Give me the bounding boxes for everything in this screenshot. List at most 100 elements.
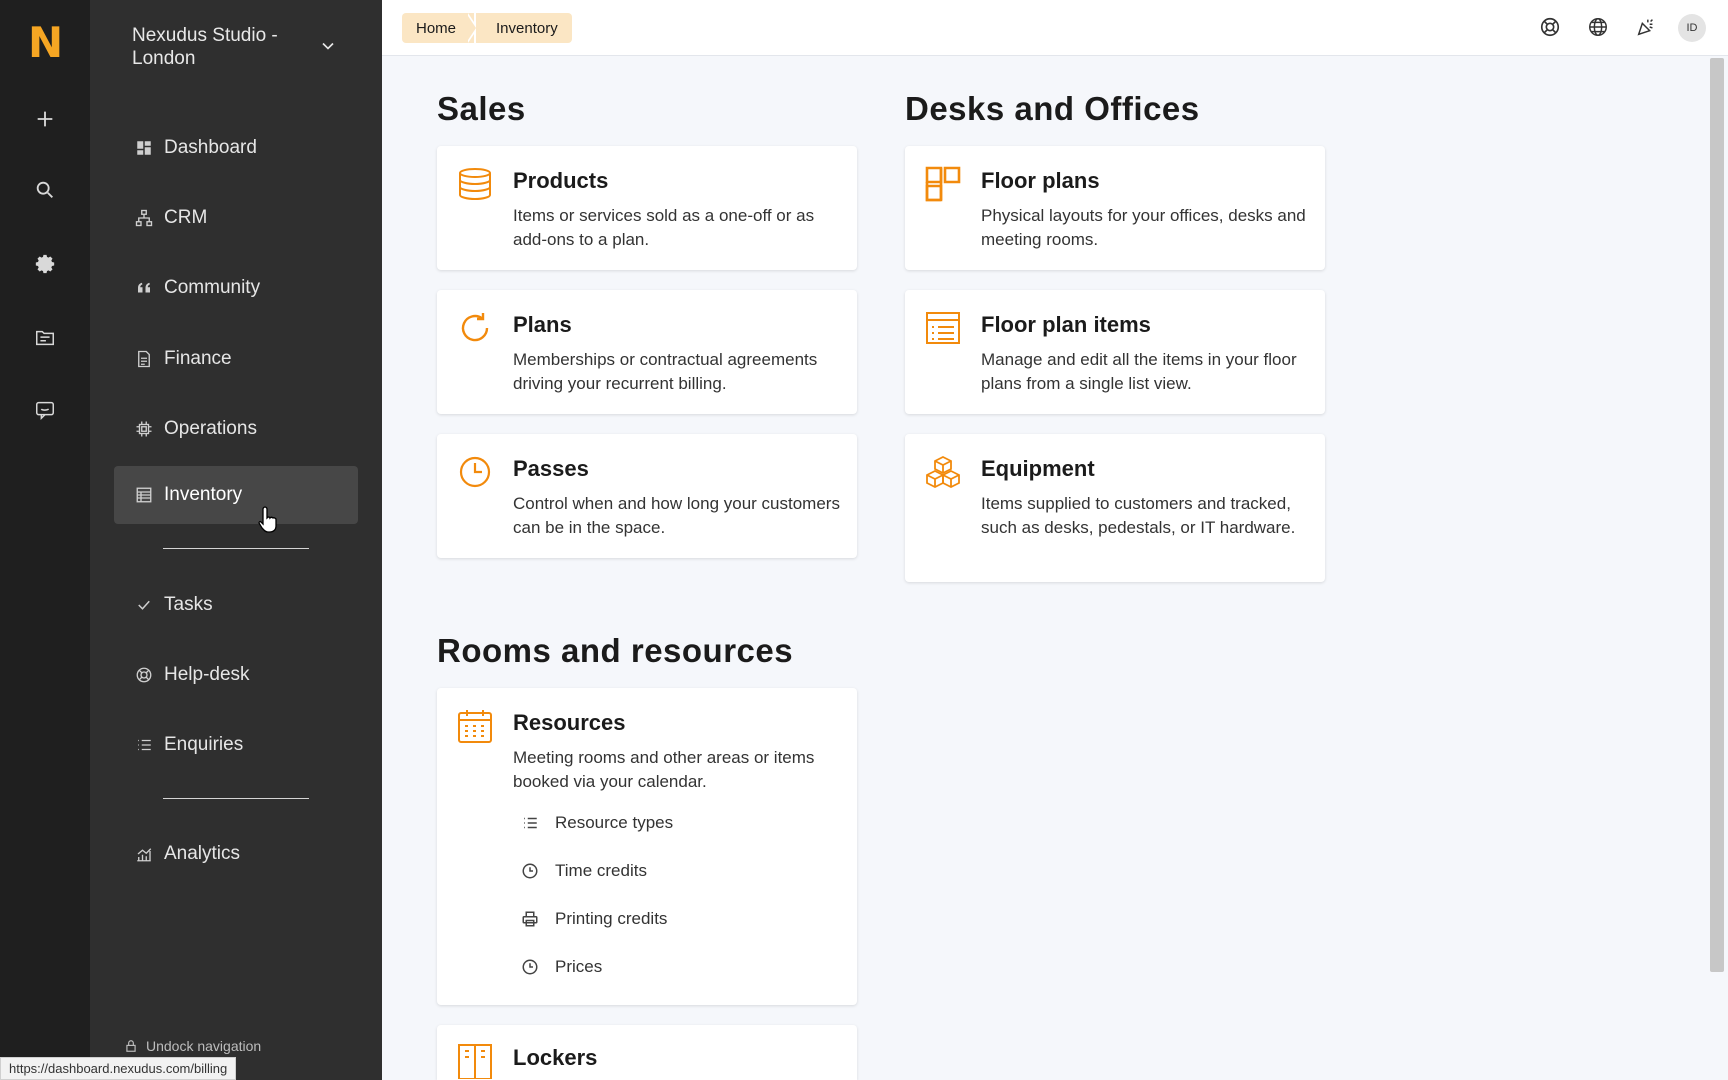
card-title: Floor plan items bbox=[981, 312, 1151, 337]
sidebar-item-label: Finance bbox=[164, 348, 232, 369]
card-title: Equipment bbox=[981, 456, 1095, 481]
breadcrumb-current[interactable]: Inventory bbox=[476, 13, 572, 43]
card-title: Lockers bbox=[513, 1045, 598, 1070]
floorplan-icon bbox=[925, 166, 961, 202]
sidebar-item-finance[interactable]: Finance bbox=[114, 330, 358, 388]
sidebar-item-analytics[interactable]: Analytics bbox=[114, 825, 358, 883]
sitemap-icon bbox=[134, 208, 154, 228]
scrollbar[interactable] bbox=[1710, 58, 1724, 972]
nav-divider bbox=[163, 548, 309, 549]
card-title: Products bbox=[513, 168, 609, 193]
sidebar-item-tasks[interactable]: Tasks bbox=[114, 576, 358, 634]
card-description: Meeting rooms and other areas or items b… bbox=[513, 748, 815, 791]
sidebar-item-label: Operations bbox=[164, 418, 257, 439]
card-products[interactable]: Products Items or services sold as a one… bbox=[437, 146, 857, 270]
hand-cursor-icon bbox=[258, 505, 280, 533]
link-time-credits[interactable]: Time credits bbox=[521, 859, 647, 883]
lifebuoy-icon bbox=[134, 665, 154, 685]
card-description: Memberships or contractual agreements dr… bbox=[513, 350, 818, 393]
chart-icon bbox=[134, 844, 154, 864]
clock-icon bbox=[521, 958, 539, 976]
link-prices[interactable]: Prices bbox=[521, 955, 602, 979]
card-description: Physical layouts for your offices, desks… bbox=[981, 206, 1306, 249]
nav-divider bbox=[163, 798, 309, 799]
sidebar-item-operations[interactable]: Operations bbox=[114, 400, 358, 458]
sidebar-item-enquiries[interactable]: Enquiries bbox=[114, 716, 358, 774]
icon-rail: N bbox=[0, 0, 90, 1080]
lock-icon bbox=[126, 1040, 136, 1052]
sidebar-item-label: Enquiries bbox=[164, 734, 244, 755]
chip-icon bbox=[134, 419, 154, 439]
topbar: Home Inventory ID bbox=[382, 0, 1728, 56]
card-plans[interactable]: Plans Memberships or contractual agreeme… bbox=[437, 290, 857, 414]
globe-icon[interactable] bbox=[1587, 16, 1611, 40]
sub-item-label: Resource types bbox=[555, 813, 674, 832]
card-resources[interactable]: Resources Meeting rooms and other areas … bbox=[437, 688, 857, 1005]
clock-icon bbox=[457, 454, 493, 490]
boxes-icon bbox=[925, 454, 961, 490]
printer-icon bbox=[521, 910, 539, 928]
sub-item-label: Time credits bbox=[555, 861, 647, 880]
chevron-down-icon[interactable] bbox=[318, 36, 338, 56]
breadcrumb-home[interactable]: Home bbox=[402, 13, 475, 43]
plus-icon[interactable] bbox=[25, 99, 65, 139]
sidebar-item-label: Dashboard bbox=[164, 137, 257, 158]
sidebar-item-label: Tasks bbox=[164, 594, 213, 615]
undock-navigation[interactable]: Undock navigation bbox=[124, 1038, 261, 1054]
sub-item-label: Printing credits bbox=[555, 909, 668, 928]
card-equipment[interactable]: Equipment Items supplied to customers an… bbox=[905, 434, 1325, 582]
card-title: Passes bbox=[513, 456, 589, 481]
nexudus-logo[interactable]: N bbox=[28, 22, 63, 64]
chat-icon[interactable] bbox=[25, 390, 65, 430]
section-title-rooms: Rooms and resources bbox=[437, 632, 794, 669]
sidebar-item-label: Community bbox=[164, 277, 261, 298]
org-name[interactable]: Nexudus Studio - London bbox=[132, 24, 332, 70]
table-icon bbox=[134, 485, 154, 505]
quote-icon bbox=[134, 278, 154, 298]
card-floor-plan-items[interactable]: Floor plan items Manage and edit all the… bbox=[905, 290, 1325, 414]
sidebar-item-label: Help-desk bbox=[164, 664, 250, 685]
sidebar-item-community[interactable]: Community bbox=[114, 259, 358, 317]
search-icon[interactable] bbox=[25, 170, 65, 210]
sidebar-item-label: Inventory bbox=[164, 484, 243, 505]
gear-icon[interactable] bbox=[25, 244, 65, 284]
sidebar-item-dashboard[interactable]: Dashboard bbox=[114, 119, 358, 177]
sidebar-item-help-desk[interactable]: Help-desk bbox=[114, 646, 358, 704]
calendar-icon bbox=[457, 708, 493, 744]
lifebuoy-icon[interactable] bbox=[1539, 16, 1563, 40]
card-floor-plans[interactable]: Floor plans Physical layouts for your of… bbox=[905, 146, 1325, 270]
check-icon bbox=[134, 595, 154, 615]
party-icon[interactable] bbox=[1635, 16, 1659, 40]
dashboard-icon bbox=[134, 138, 154, 158]
document-icon bbox=[134, 349, 154, 369]
section-title-sales: Sales bbox=[437, 90, 526, 127]
sub-item-label: Prices bbox=[555, 957, 603, 976]
list-icon bbox=[521, 814, 539, 832]
clock-icon bbox=[521, 862, 539, 880]
card-description: Items or services sold as a one-off or a… bbox=[513, 206, 815, 249]
refresh-icon bbox=[457, 310, 493, 346]
card-description: Manage and edit all the items in your fl… bbox=[981, 350, 1297, 393]
avatar[interactable]: ID bbox=[1678, 14, 1706, 42]
card-title: Plans bbox=[513, 312, 572, 337]
link-printing-credits[interactable]: Printing credits bbox=[521, 907, 667, 931]
link-resource-types[interactable]: Resource types bbox=[521, 811, 673, 835]
card-title: Resources bbox=[513, 710, 626, 735]
sidebar-item-inventory[interactable]: Inventory bbox=[114, 466, 358, 524]
database-icon bbox=[457, 166, 493, 202]
sidebar-item-label: Analytics bbox=[164, 843, 241, 864]
card-description: Control when and how long your customers… bbox=[513, 494, 840, 537]
list-icon bbox=[134, 735, 154, 755]
sidebar-item-crm[interactable]: CRM bbox=[114, 189, 358, 247]
folder-icon[interactable] bbox=[25, 318, 65, 358]
card-passes[interactable]: Passes Control when and how long your cu… bbox=[437, 434, 857, 558]
card-lockers[interactable]: Lockers bbox=[437, 1025, 857, 1080]
undock-label: Undock navigation bbox=[146, 1038, 262, 1054]
sidebar: Nexudus Studio - London Dashboard CRM Co… bbox=[90, 0, 382, 1080]
breadcrumb-separator bbox=[466, 13, 476, 43]
sidebar-item-label: CRM bbox=[164, 207, 208, 228]
card-description: Items supplied to customers and tracked,… bbox=[981, 494, 1296, 537]
locker-icon bbox=[457, 1043, 493, 1080]
list-box-icon bbox=[925, 310, 961, 346]
section-title-desks: Desks and Offices bbox=[905, 90, 1200, 127]
